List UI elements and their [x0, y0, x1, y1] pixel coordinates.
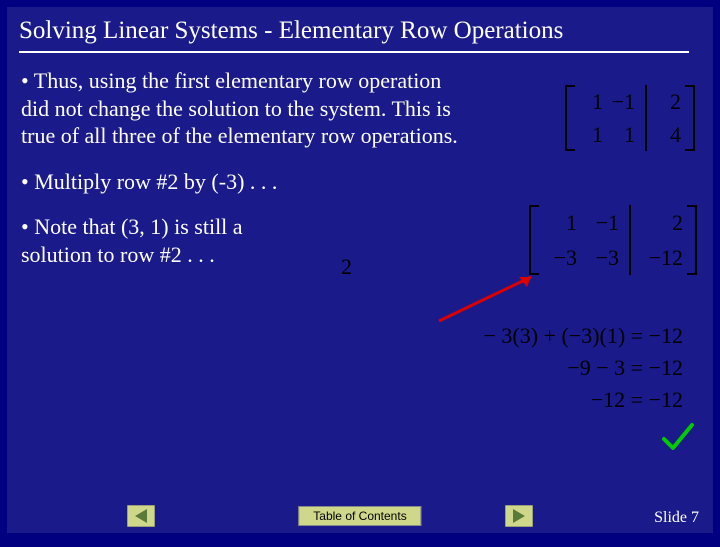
- bullet-1: • Thus, using the first elementary row o…: [21, 67, 461, 150]
- slide-title: Solving Linear Systems - Elementary Row …: [7, 7, 713, 51]
- footer: Table of Contents: [7, 505, 713, 527]
- verification-equations: − 3(3) + (−3)(1) = −12 −9 − 3 = −12 −12 …: [484, 323, 684, 419]
- m1a1: 2: [657, 89, 681, 115]
- slide-body: Solving Linear Systems - Elementary Row …: [7, 7, 713, 533]
- m2a1: 2: [641, 210, 683, 236]
- m1c1r2: 1: [579, 122, 603, 148]
- matrix2-aug: 2 −12: [637, 205, 687, 275]
- bullet-2: • Multiply row #2 by (-3) . . .: [21, 168, 351, 196]
- aug-bar: [645, 85, 647, 151]
- eq-3: −12 = −12: [484, 387, 684, 413]
- eq-2: −9 − 3 = −12: [484, 355, 684, 381]
- bracket-left: [565, 85, 575, 151]
- matrix-original: 1 1 −1 1 2 4: [565, 85, 695, 151]
- matrix2-col2: −1 −3: [581, 205, 623, 275]
- toc-wrap: Table of Contents: [298, 506, 421, 526]
- m2c1r1: 1: [543, 210, 577, 236]
- bracket-right: [685, 85, 695, 151]
- arrow-icon: [431, 269, 541, 329]
- m2c2r1: −1: [585, 210, 619, 236]
- bracket-right-2: [687, 205, 697, 275]
- matrix-transformed: 1 −3 −1 −3 2 −12: [529, 205, 697, 275]
- matrix1-col1: 1 1: [575, 85, 607, 151]
- m1c2r2: 1: [611, 122, 635, 148]
- matrix1-aug: 2 4: [653, 85, 685, 151]
- m2c2r2: −3: [585, 245, 619, 271]
- title-underline: [19, 51, 689, 53]
- table-of-contents-button[interactable]: Table of Contents: [298, 506, 421, 526]
- m2a2: −12: [641, 245, 683, 271]
- eq-1: − 3(3) + (−3)(1) = −12: [484, 323, 684, 349]
- check-icon: [661, 421, 695, 453]
- bracket-left-2: [529, 205, 539, 275]
- matrix2-col1: 1 −3: [539, 205, 581, 275]
- prev-button[interactable]: [127, 505, 155, 527]
- matrix1-col2: −1 1: [607, 85, 639, 151]
- m1a2: 4: [657, 122, 681, 148]
- m1c1r1: 1: [579, 89, 603, 115]
- m2c1r2: −3: [543, 245, 577, 271]
- m1c2r1: −1: [611, 89, 635, 115]
- aug-bar-2: [629, 205, 631, 275]
- next-button[interactable]: [505, 505, 533, 527]
- row-two-label: 2: [341, 254, 352, 280]
- bullet-3: • Note that (3, 1) is still a solution t…: [21, 213, 311, 268]
- slide-number: Slide 7: [654, 509, 699, 527]
